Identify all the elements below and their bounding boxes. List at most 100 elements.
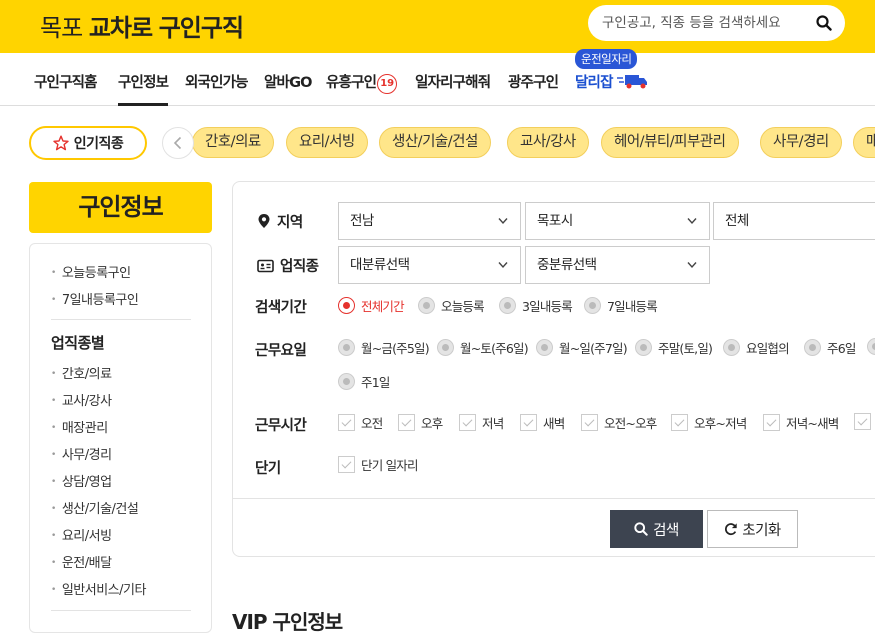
sidebar-item-sales[interactable]: 상담/영업	[51, 471, 112, 490]
sidebar-divider	[51, 610, 191, 611]
checkbox[interactable]	[338, 456, 355, 473]
sidebar-link-today[interactable]: 오늘등록구인	[51, 262, 131, 281]
workdays-option-5-label: 월~금(주5일)	[361, 341, 430, 356]
chip-cooking[interactable]: 요리/서빙	[286, 127, 368, 158]
workdays-option-6days-label: 주6일	[827, 341, 856, 356]
city-select[interactable]: 목포시	[525, 202, 710, 240]
sidebar-item-store[interactable]: 매장관리	[51, 417, 108, 436]
short-term-label: 단기	[255, 461, 281, 477]
period-option-3days[interactable]: 3일내등록	[499, 296, 573, 315]
checkbox[interactable]	[338, 414, 355, 431]
sidebar-title: 구인정보	[29, 182, 212, 233]
workdays-option-5[interactable]: 월~금(주5일)	[338, 338, 430, 357]
chip-teacher[interactable]: 교사/강사	[507, 127, 589, 158]
site-logo[interactable]: 목포 교차로 구인구직	[40, 8, 244, 43]
workdays-option-negotiable-label: 요일협의	[746, 341, 790, 356]
period-option-7days-label: 7일내등록	[607, 299, 658, 314]
period-option-all[interactable]: 전체기간	[338, 296, 405, 315]
chip-scroll-left-button[interactable]	[162, 127, 194, 159]
chip-partial[interactable]: 매	[853, 127, 875, 158]
sidebar-item-nursing[interactable]: 간호/의료	[51, 363, 112, 382]
period-option-today[interactable]: 오늘등록	[418, 296, 485, 315]
province-select[interactable]: 전남	[338, 202, 521, 240]
reset-button[interactable]: 초기화	[707, 510, 798, 548]
sidebar-item-driving[interactable]: 운전/배달	[51, 552, 112, 571]
search-icon[interactable]	[816, 15, 832, 31]
radio-button[interactable]	[338, 373, 355, 390]
workhours-option-evening[interactable]: 저녁	[459, 413, 504, 432]
nav-item-dallijob[interactable]: 달리잡	[575, 71, 649, 92]
vip-section-title: VIP 구인정보	[232, 610, 343, 634]
major-category-select[interactable]: 대분류선택	[338, 246, 521, 284]
workhours-option-morning-afternoon[interactable]: 오전~오후	[581, 413, 657, 432]
chevron-down-icon	[498, 218, 508, 225]
checkbox[interactable]	[671, 414, 688, 431]
sidebar-menu: 오늘등록구인 7일내등록구인 업직종별 간호/의료 교사/강사 매장관리 사무/…	[29, 243, 212, 633]
nav-item-gwangju[interactable]: 광주구인	[508, 71, 559, 92]
nav-item-foreigner[interactable]: 외국인가능	[185, 71, 248, 92]
sidebar-item-office[interactable]: 사무/경리	[51, 444, 112, 463]
checkbox-partial[interactable]	[854, 413, 871, 430]
radio-button[interactable]	[804, 339, 821, 356]
workhours-option-dawn[interactable]: 새벽	[520, 413, 565, 432]
workdays-option-6days[interactable]: 주6일	[804, 338, 856, 357]
checkbox[interactable]	[520, 414, 537, 431]
sidebar-item-service[interactable]: 일반서비스/기타	[51, 579, 147, 598]
nav-item-job-info[interactable]: 구인정보	[118, 71, 169, 106]
workhours-option-morning-afternoon-label: 오전~오후	[604, 416, 657, 431]
workdays-option-1[interactable]: 주1일	[338, 372, 390, 391]
district-select[interactable]: 전체	[713, 202, 875, 240]
nav-item-find-job[interactable]: 일자리구해줘	[415, 71, 491, 92]
workhours-option-afternoon-evening[interactable]: 오후~저녁	[671, 413, 747, 432]
chip-beauty[interactable]: 헤어/뷰티/피부관리	[601, 127, 739, 158]
workhours-option-evening-dawn[interactable]: 저녁~새벽	[763, 413, 839, 432]
chip-office[interactable]: 사무/경리	[760, 127, 842, 158]
search-button-label: 검색	[653, 522, 679, 539]
radio-button[interactable]	[536, 339, 553, 356]
sidebar-item-teacher[interactable]: 교사/강사	[51, 390, 112, 409]
minor-category-select[interactable]: 중분류선택	[525, 246, 710, 284]
period-option-7days[interactable]: 7일내등록	[584, 296, 658, 315]
radio-button[interactable]	[584, 297, 601, 314]
workdays-option-weekend[interactable]: 주말(토,일)	[635, 338, 713, 357]
radio-button-partial[interactable]	[867, 338, 875, 355]
radio-selected[interactable]	[338, 297, 355, 314]
nav-item-home[interactable]: 구인구직홈	[34, 71, 97, 92]
radio-button[interactable]	[723, 339, 740, 356]
checkbox[interactable]	[459, 414, 476, 431]
search-box	[588, 5, 845, 41]
workdays-option-negotiable[interactable]: 요일협의	[723, 338, 790, 357]
workhours-option-morning[interactable]: 오전	[338, 413, 383, 432]
sidebar-link-7days[interactable]: 7일내등록구인	[51, 289, 139, 308]
region-label-text: 지역	[277, 215, 303, 231]
radio-button[interactable]	[338, 339, 355, 356]
nav-item-albago[interactable]: 알바GO	[264, 71, 313, 92]
workdays-option-7[interactable]: 월~일(주7일)	[536, 338, 628, 357]
workhours-option-afternoon-evening-label: 오후~저녁	[694, 416, 747, 431]
logo-prefix: 목포	[40, 14, 83, 42]
sidebar-divider	[51, 319, 191, 320]
province-select-value: 전남	[350, 213, 374, 229]
sidebar-item-production[interactable]: 생산/기술/건설	[51, 498, 139, 517]
chip-production[interactable]: 생산/기술/건설	[379, 127, 491, 158]
chevron-down-icon	[498, 262, 508, 269]
search-button[interactable]: 검색	[610, 510, 703, 548]
workdays-option-6[interactable]: 월~토(주6일)	[437, 338, 529, 357]
chip-nursing[interactable]: 간호/의료	[192, 127, 274, 158]
radio-button[interactable]	[499, 297, 516, 314]
workhours-option-afternoon[interactable]: 오후	[398, 413, 443, 432]
search-input[interactable]	[602, 15, 812, 31]
short-term-option[interactable]: 단기 일자리	[338, 455, 418, 474]
checkbox[interactable]	[581, 414, 598, 431]
sidebar-item-cooking[interactable]: 요리/서빙	[51, 525, 112, 544]
checkbox[interactable]	[763, 414, 780, 431]
radio-button[interactable]	[635, 339, 652, 356]
popular-jobs-label: 인기직종	[73, 136, 124, 152]
radio-button[interactable]	[418, 297, 435, 314]
nav-item-entertainment[interactable]: 유흥구인 19	[326, 71, 398, 94]
workhours-option-afternoon-label: 오후	[421, 416, 443, 431]
checkbox[interactable]	[398, 414, 415, 431]
job-category-label: 업직종	[257, 255, 319, 276]
popular-jobs-button[interactable]: 인기직종	[29, 126, 147, 160]
radio-button[interactable]	[437, 339, 454, 356]
